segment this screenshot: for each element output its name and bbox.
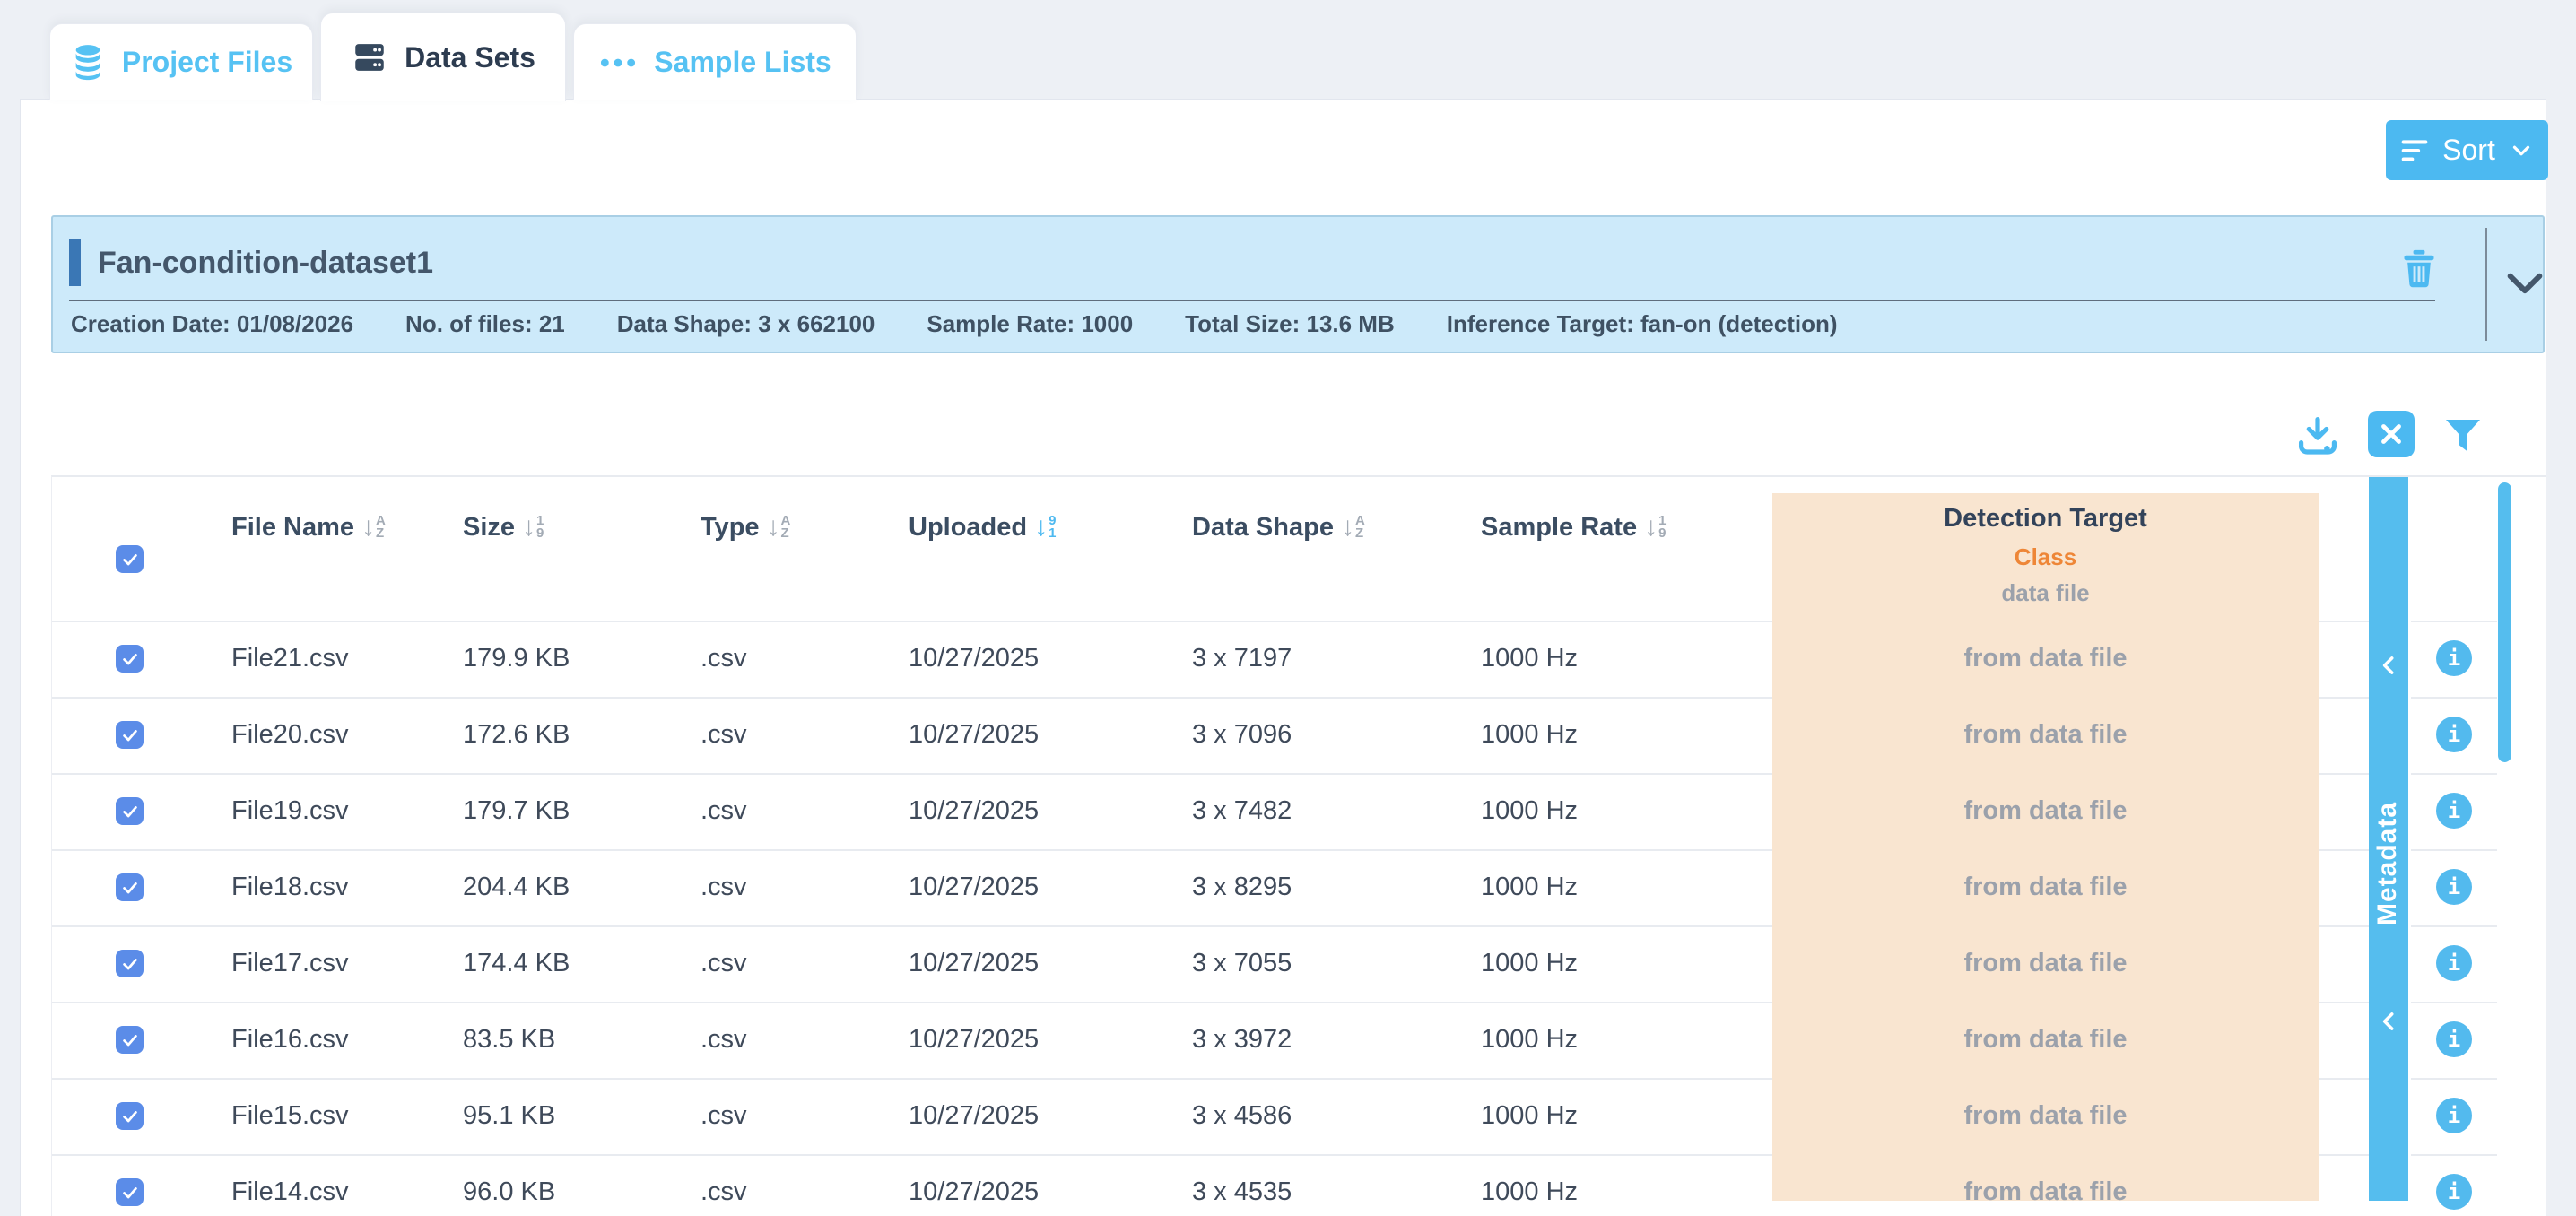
row-separator — [2411, 1002, 2497, 1003]
chevron-down-icon — [2508, 137, 2535, 164]
clear-selection-icon[interactable] — [2368, 411, 2415, 457]
tab-data-sets[interactable]: Data Sets — [320, 13, 566, 101]
dataset-meta-item: No. of files: 21 — [405, 310, 565, 338]
row-separator — [2411, 621, 2497, 622]
tab-project-files[interactable]: Project Files — [49, 23, 313, 100]
metadata-collapsed-panel[interactable]: Metadata — [2369, 477, 2408, 1201]
dataset-meta-item: Creation Date: 01/08/2026 — [71, 310, 353, 338]
expand-dataset-chevron-icon[interactable] — [2500, 258, 2550, 308]
row-info-icon[interactable]: i — [2436, 1098, 2472, 1133]
server-icon — [351, 39, 388, 76]
table-scrollbar[interactable] — [2498, 482, 2511, 762]
row-separator — [2411, 849, 2497, 851]
row-separator — [2411, 697, 2497, 699]
delete-dataset-icon[interactable] — [2399, 247, 2439, 290]
dataset-meta-item: Inference Target: fan-on (detection) — [1447, 310, 1838, 338]
card-divider-horizontal — [69, 300, 2435, 301]
detection-target-source: data file — [1772, 579, 2319, 607]
screen: Project Files Data Sets Sample Lists — [0, 0, 2576, 1216]
tab-label: Project Files — [122, 46, 292, 79]
cell-detection-target: from data file — [1772, 849, 2319, 925]
detection-target-title: Detection Target — [1772, 504, 2319, 534]
row-info-icon[interactable]: i — [2436, 793, 2472, 829]
row-info-icon[interactable]: i — [2436, 869, 2472, 905]
sort-lines-icon — [2399, 137, 2430, 164]
dataset-meta-item: Total Size: 13.6 MB — [1185, 310, 1395, 338]
database-icon — [70, 43, 106, 83]
cell-detection-target: from data file — [1772, 1002, 2319, 1078]
tab-label: Sample Lists — [654, 46, 831, 79]
row-info-icon[interactable]: i — [2436, 1174, 2472, 1210]
row-separator — [2411, 925, 2497, 927]
row-separator — [2411, 1078, 2497, 1080]
row-separator — [2411, 773, 2497, 775]
cell-detection-target: from data file — [1772, 697, 2319, 773]
sort-label: Sort — [2442, 134, 2495, 167]
cell-detection-target: from data file — [1772, 1078, 2319, 1154]
dataset-accent-bar — [69, 239, 81, 286]
row-info-icon[interactable]: i — [2436, 640, 2472, 676]
dataset-meta-item: Sample Rate: 1000 — [927, 310, 1133, 338]
cell-detection-target: from data file — [1772, 1154, 2319, 1216]
sort-button[interactable]: Sort — [2386, 120, 2548, 180]
row-info-icon[interactable]: i — [2436, 945, 2472, 981]
detection-target-class: Class — [1772, 543, 2319, 571]
row-separator — [2411, 1154, 2497, 1156]
filter-icon[interactable] — [2441, 413, 2485, 457]
ellipsis-icon — [598, 52, 638, 74]
dataset-card: Fan-condition-dataset1 Creation Date: 01… — [51, 215, 2545, 353]
card-divider-vertical — [2485, 228, 2487, 341]
dataset-meta-item: Data Shape: 3 x 662100 — [617, 310, 875, 338]
files-table: File Name↓AZSize↓19Type↓AZUploaded↓91Dat… — [51, 475, 2546, 1216]
row-info-icon[interactable]: i — [2436, 717, 2472, 752]
cell-detection-target: from data file — [1772, 773, 2319, 849]
cell-detection-target: from data file — [1772, 925, 2319, 1002]
dataset-title: Fan-condition-dataset1 — [98, 239, 433, 286]
download-icon[interactable] — [2294, 413, 2341, 459]
row-info-icon[interactable]: i — [2436, 1021, 2472, 1057]
metadata-panel-label: Metadata — [2372, 755, 2405, 925]
cell-detection-target: from data file — [1772, 621, 2319, 697]
tab-label: Data Sets — [405, 41, 535, 74]
chevron-left-icon[interactable] — [2375, 652, 2402, 679]
dataset-meta-row: Creation Date: 01/08/2026 No. of files: 2… — [71, 310, 1838, 338]
chevron-left-icon[interactable] — [2375, 1008, 2402, 1035]
tab-sample-lists[interactable]: Sample Lists — [573, 23, 857, 100]
